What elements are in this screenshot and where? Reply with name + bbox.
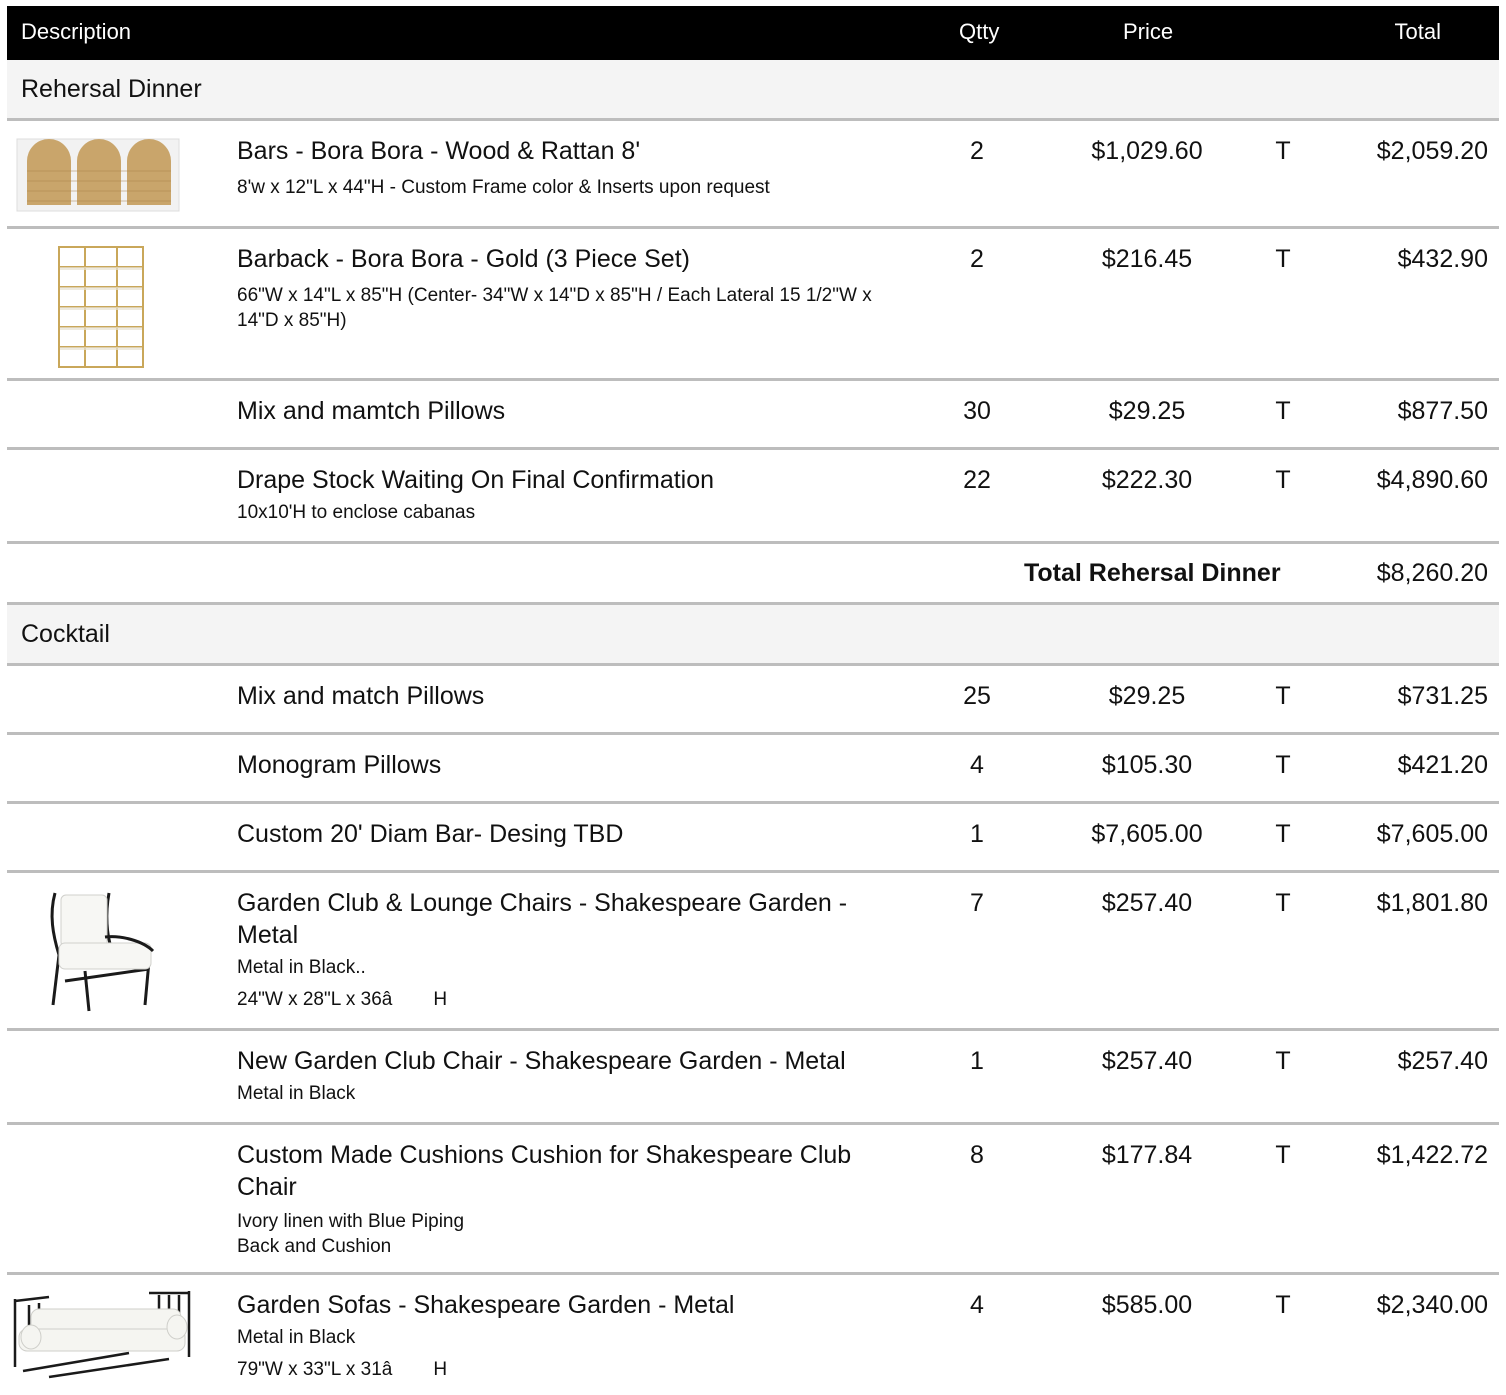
item-price: $257.40: [1101, 889, 1193, 917]
item-total: $731.25: [1397, 682, 1488, 710]
item-price: $29.25: [1108, 397, 1186, 425]
table-row: Bars - Bora Bora - Wood & Rattan 8' 8'w …: [7, 121, 1499, 229]
item-description: 8'w x 12"L x 44"H - Custom Frame color &…: [237, 177, 770, 198]
item-price: $1,029.60: [1091, 137, 1203, 165]
item-tax-flag: T: [1275, 245, 1291, 273]
quote-table: Description Qtty Price Total Rehersal Di…: [7, 6, 1499, 1395]
item-tax-flag: T: [1275, 1291, 1291, 1319]
item-title: Custom Made Cushions Cushion for Shakesp…: [237, 1141, 852, 1201]
item-total: $1,422.72: [1376, 1141, 1488, 1169]
item-price: $105.30: [1101, 751, 1193, 779]
item-title: Garden Club & Lounge Chairs - Shakespear…: [237, 889, 848, 949]
item-tax-flag: T: [1275, 1141, 1291, 1169]
gold-shelf-image: [55, 243, 233, 371]
rattan-bar-image: [15, 131, 193, 213]
item-tax-flag: T: [1275, 137, 1291, 165]
item-title: Monogram Pillows: [237, 751, 442, 779]
item-qty: 1: [970, 1047, 984, 1075]
item-qty: 7: [970, 889, 984, 917]
garden-sofa-image: [9, 1287, 191, 1383]
item-qty: 8: [970, 1141, 984, 1169]
table-row: Monogram Pillows 4 $105.30 T $421.20: [7, 735, 1499, 804]
item-title: Custom 20' Diam Bar- Desing TBD: [237, 820, 624, 848]
item-description: Metal in Black: [237, 1083, 356, 1104]
item-qty: 4: [970, 751, 984, 779]
item-total: $432.90: [1397, 245, 1488, 273]
item-description: Metal in Black: [237, 1327, 356, 1348]
table-row: Mix and mamtch Pillows 30 $29.25 T $877.…: [7, 381, 1499, 450]
item-title: Garden Sofas - Shakespeare Garden - Meta…: [237, 1291, 735, 1319]
item-price: $257.40: [1101, 1047, 1193, 1075]
item-tax-flag: T: [1275, 751, 1291, 779]
item-tax-flag: T: [1275, 397, 1291, 425]
item-tax-flag: T: [1275, 820, 1291, 848]
item-price: $29.25: [1108, 682, 1186, 710]
item-title: Mix and match Pillows: [237, 682, 485, 710]
item-description: 66"W x 14"L x 85"H (Center- 34"W x 14"D …: [237, 285, 872, 331]
item-tax-flag: T: [1275, 682, 1291, 710]
subtotal-label: Total Rehersal Dinner: [1024, 559, 1281, 587]
item-price: $222.30: [1101, 466, 1193, 494]
item-total: $2,059.20: [1376, 137, 1488, 165]
item-description: 10x10'H to enclose cabanas: [237, 502, 476, 523]
table-row: Drape Stock Waiting On Final Confirmatio…: [7, 450, 1499, 544]
item-description: Ivory linen with Blue Piping: [237, 1211, 465, 1232]
item-tax-flag: T: [1275, 1047, 1291, 1075]
item-total: $4,890.60: [1376, 466, 1488, 494]
item-title: Mix and mamtch Pillows: [237, 397, 506, 425]
section-title: Rehersal Dinner: [7, 60, 1499, 121]
item-total: $877.50: [1397, 397, 1488, 425]
item-title: New Garden Club Chair - Shakespeare Gard…: [237, 1047, 846, 1075]
item-qty: 22: [963, 466, 991, 494]
item-price: $216.45: [1101, 245, 1193, 273]
item-title: Bars - Bora Bora - Wood & Rattan 8': [237, 137, 641, 165]
item-qty: 2: [970, 137, 984, 165]
table-row: Garden Sofas - Shakespeare Garden - Meta…: [7, 1275, 1499, 1395]
item-title: Drape Stock Waiting On Final Confirmatio…: [237, 466, 715, 494]
subtotal-value: $8,260.20: [1376, 559, 1488, 587]
item-description: Metal in Black..: [237, 957, 366, 978]
header-qty: Qtty: [959, 19, 1000, 44]
section-title: Cocktail: [7, 605, 1499, 666]
item-title: Barback - Bora Bora - Gold (3 Piece Set): [237, 245, 690, 273]
header-total: Total: [1394, 19, 1441, 44]
table-row: Garden Club & Lounge Chairs - Shakespear…: [7, 873, 1499, 1031]
item-description-2: Back and Cushion: [237, 1236, 392, 1257]
item-total: $421.20: [1397, 751, 1488, 779]
table-row: Custom Made Cushions Cushion for Shakesp…: [7, 1125, 1499, 1275]
item-tax-flag: T: [1275, 889, 1291, 917]
item-price: $585.00: [1101, 1291, 1193, 1319]
item-total: $7,605.00: [1376, 820, 1488, 848]
garden-chair-image: [45, 885, 223, 1015]
item-qty: 25: [963, 682, 991, 710]
table-row: Mix and match Pillows 25 $29.25 T $731.2…: [7, 666, 1499, 735]
item-qty: 1: [970, 820, 984, 848]
item-total: $257.40: [1397, 1047, 1488, 1075]
table-row: New Garden Club Chair - Shakespeare Gard…: [7, 1031, 1499, 1125]
item-total: $2,340.00: [1376, 1291, 1488, 1319]
subtotal-row: Total Rehersal Dinner $8,260.20: [7, 544, 1499, 605]
item-qty: 2: [970, 245, 984, 273]
header-price: Price: [1123, 19, 1174, 44]
table-row: Barback - Bora Bora - Gold (3 Piece Set)…: [7, 229, 1499, 381]
item-dimensions: 79"W x 33"L x 31â  H: [237, 1359, 448, 1380]
table-header: Description Qtty Price Total: [7, 6, 1499, 60]
item-dimensions: 24"W x 28"L x 36â  H: [237, 989, 448, 1010]
item-qty: 4: [970, 1291, 984, 1319]
item-qty: 30: [963, 397, 991, 425]
item-total: $1,801.80: [1376, 889, 1488, 917]
table-row: Custom 20' Diam Bar- Desing TBD 1 $7,605…: [7, 804, 1499, 873]
item-tax-flag: T: [1275, 466, 1291, 494]
item-price: $177.84: [1101, 1141, 1193, 1169]
item-price: $7,605.00: [1091, 820, 1203, 848]
header-description: Description: [21, 19, 132, 44]
